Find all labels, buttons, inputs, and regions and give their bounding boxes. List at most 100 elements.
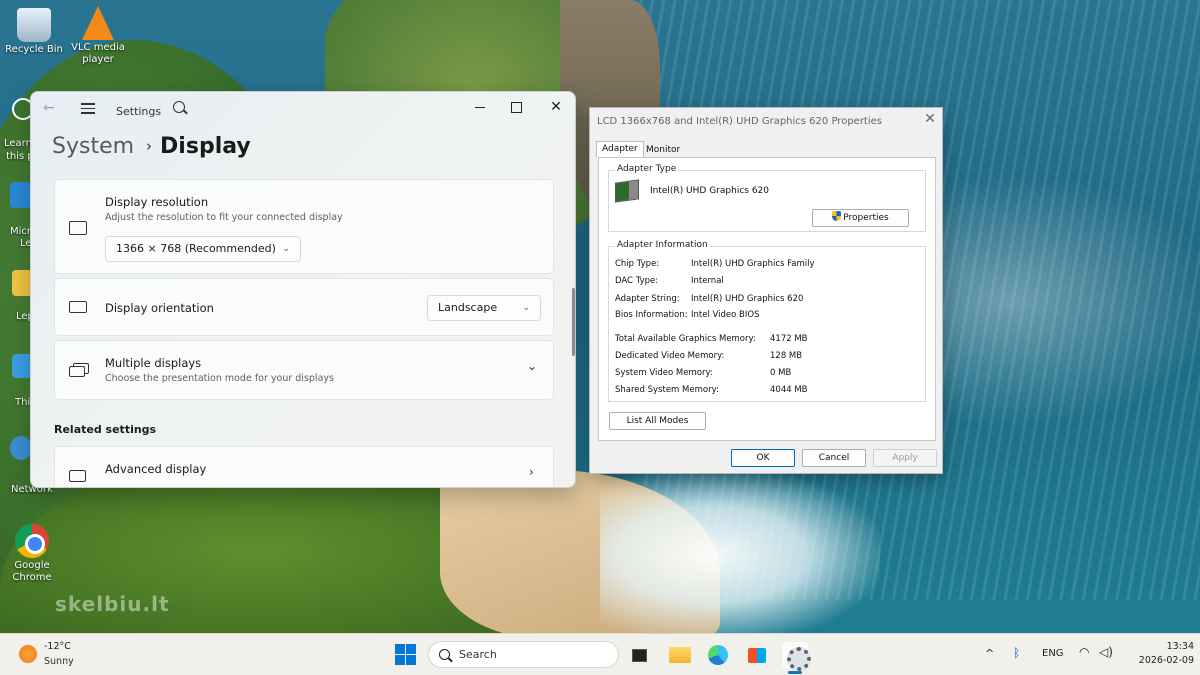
folder-icon (12, 270, 32, 296)
search-icon[interactable] (173, 101, 185, 113)
display-orientation-title: Display orientation (105, 301, 214, 315)
clock-time: 13:34 (1166, 641, 1194, 652)
info-value: Intel(R) UHD Graphics Family (691, 259, 815, 269)
dialog-title: LCD 1366x768 and Intel(R) UHD Graphics 6… (597, 116, 882, 127)
chevron-down-icon[interactable]: ⌄ (527, 359, 537, 373)
chevron-right-icon: › (529, 465, 534, 479)
sun-icon[interactable] (19, 645, 37, 663)
advanced-display-icon (69, 470, 86, 482)
chevron-down-icon: ⌄ (522, 303, 530, 313)
info-key: Bios Information: (615, 310, 688, 320)
start-button[interactable] (395, 644, 416, 665)
taskbar: -12°C Sunny Search ^ ᛒ ENG ◠ ◁) 13:34 20… (0, 633, 1200, 675)
scrollbar-thumb[interactable] (572, 288, 575, 356)
adapter-information-group: Adapter Information Chip Type: Intel(R) … (608, 240, 926, 402)
file-explorer-icon[interactable] (667, 642, 693, 668)
surf (600, 470, 880, 633)
adapter-type-label: Adapter Type (615, 164, 679, 174)
volume-icon[interactable]: ◁) (1099, 645, 1113, 659)
active-app-indicator (788, 671, 802, 674)
orientation-dropdown[interactable]: Landscape ⌄ (427, 295, 541, 321)
hamburger-menu-icon[interactable] (81, 103, 95, 117)
chrome-icon (15, 524, 49, 558)
recycle-bin-icon (17, 8, 51, 42)
display-orientation-card: Display orientation Landscape ⌄ (54, 278, 554, 336)
adapter-information-label: Adapter Information (615, 240, 710, 250)
apply-button[interactable]: Apply (873, 449, 937, 467)
maximize-button[interactable] (499, 96, 533, 118)
memory-key: Total Available Graphics Memory: (615, 334, 756, 344)
desktop-icon-label: Thi (15, 397, 31, 408)
info-key: Adapter String: (615, 294, 680, 304)
settings-content: Display resolution Adjust the resolution… (31, 176, 575, 487)
desktop-icon-vlc[interactable]: VLC media player (66, 6, 130, 66)
page-title: Display (160, 134, 251, 159)
task-view-icon[interactable] (627, 642, 653, 668)
advanced-display-card[interactable]: Advanced display › (54, 446, 554, 487)
clock[interactable]: 13:34 2026-02-09 (1112, 640, 1194, 668)
close-icon[interactable]: ✕ (920, 111, 940, 127)
breadcrumb-separator: › (146, 137, 153, 155)
breadcrumb-system[interactable]: System (52, 134, 134, 159)
bluetooth-icon[interactable]: ᛒ (1013, 646, 1020, 660)
edge-browser-icon[interactable] (705, 642, 731, 668)
desktop-icon-label: Google Chrome (12, 560, 52, 583)
orientation-icon (69, 301, 87, 313)
breadcrumb: System › Display (52, 134, 251, 159)
search-icon (439, 649, 450, 660)
graphics-card-icon (615, 179, 639, 203)
list-all-modes-button[interactable]: List All Modes (609, 412, 706, 430)
memory-key: Shared System Memory: (615, 385, 719, 395)
advanced-display-title: Advanced display (105, 462, 207, 476)
adapter-name: Intel(R) UHD Graphics 620 (650, 186, 769, 196)
desktop-icon-chrome[interactable]: Google Chrome (0, 524, 64, 584)
info-value: Intel Video BIOS (691, 310, 760, 320)
resolution-value: 1366 × 768 (Recommended) (116, 242, 276, 255)
settings-window: ← Settings ✕ System › Display Display reso… (30, 91, 576, 488)
multiple-displays-title: Multiple displays (105, 356, 202, 370)
memory-key: Dedicated Video Memory: (615, 351, 725, 361)
adapter-type-group: Adapter Type Intel(R) UHD Graphics 620 P… (608, 164, 926, 232)
settings-gear-icon[interactable] (782, 642, 811, 671)
multiple-displays-card[interactable]: Multiple displays Choose the presentatio… (54, 340, 554, 400)
properties-button[interactable]: Properties (812, 209, 909, 227)
input-language[interactable]: ENG (1042, 648, 1064, 659)
info-key: Chip Type: (615, 259, 660, 269)
this-pc-icon (12, 354, 32, 378)
desktop-icon-label: VLC media player (71, 42, 125, 65)
multiple-displays-subtitle: Choose the presentation mode for your di… (105, 373, 334, 384)
display-resolution-subtitle: Adjust the resolution to fit your connec… (105, 212, 343, 223)
minimize-button[interactable] (463, 96, 497, 118)
weather-description[interactable]: Sunny (44, 656, 74, 667)
settings-titlebar[interactable]: ← Settings ✕ (31, 92, 575, 124)
wifi-icon[interactable]: ◠ (1079, 645, 1089, 659)
info-value: Intel(R) UHD Graphics 620 (691, 294, 804, 304)
memory-value: 0 MB (770, 368, 792, 378)
taskbar-search-box[interactable]: Search (428, 641, 619, 668)
multiple-displays-icon (69, 366, 85, 377)
clock-date: 2026-02-09 (1138, 655, 1194, 666)
adapter-properties-dialog: LCD 1366x768 and Intel(R) UHD Graphics 6… (589, 107, 943, 474)
weather-temperature[interactable]: -12°C (44, 641, 71, 652)
info-value: Internal (691, 276, 724, 286)
related-settings-heading: Related settings (54, 423, 157, 436)
memory-value: 4172 MB (770, 334, 808, 344)
desktop-icon-label: Learn (4, 138, 32, 149)
close-button[interactable]: ✕ (539, 96, 573, 118)
desktop-icon-label: Recycle Bin (5, 44, 63, 55)
tab-adapter[interactable]: Adapter (596, 141, 644, 157)
back-arrow-icon[interactable]: ← (43, 100, 55, 116)
tray-overflow-chevron-icon[interactable]: ^ (985, 647, 994, 660)
desktop-icon-recycle-bin[interactable]: Recycle Bin (2, 8, 66, 56)
taskbar-search-label: Search (459, 648, 497, 661)
memory-value: 4044 MB (770, 385, 808, 395)
ok-button[interactable]: OK (731, 449, 795, 467)
display-resolution-title: Display resolution (105, 195, 209, 209)
resolution-icon (69, 221, 87, 235)
cancel-button[interactable]: Cancel (802, 449, 866, 467)
resolution-dropdown[interactable]: 1366 × 768 (Recommended) ⌄ (105, 236, 301, 262)
info-key: DAC Type: (615, 276, 659, 286)
window-title: Settings (116, 105, 162, 118)
properties-button-label: Properties (843, 213, 889, 223)
microsoft-store-icon[interactable] (744, 642, 770, 668)
